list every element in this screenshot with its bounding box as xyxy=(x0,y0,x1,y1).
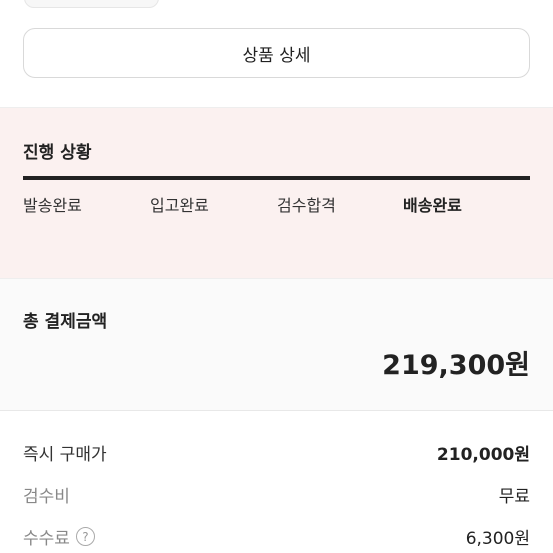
total-payment-label: 총 결제금액 xyxy=(23,312,108,332)
buy-price-value: 210,000원 xyxy=(436,445,530,465)
step-delivered: 배송완료 xyxy=(403,196,462,215)
buy-price-label: 즉시 구매가 xyxy=(23,445,107,465)
breakdown-row-commission: 수수료 ? 6,300원 xyxy=(23,524,530,549)
inspection-fee-label: 검수비 xyxy=(23,487,70,507)
progress-steps: 발송완료 입고완료 검수합격 배송완료 xyxy=(23,192,530,216)
product-detail-label: 상품 상세 xyxy=(242,45,311,66)
top-chip xyxy=(24,0,159,8)
progress-section: 진행 상황 발송완료 입고완료 검수합격 배송완료 xyxy=(0,107,553,279)
commission-value: 6,300원 xyxy=(465,529,530,549)
question-icon[interactable]: ? xyxy=(75,527,95,546)
total-payment-amount: 219,300원 xyxy=(382,350,530,381)
commission-label-wrap: 수수료 ? xyxy=(23,524,95,549)
total-payment-section: 총 결제금액 219,300원 xyxy=(0,279,553,411)
product-detail-button[interactable]: 상품 상세 xyxy=(23,28,530,78)
breakdown-row-inspection-fee: 검수비 무료 xyxy=(23,482,530,507)
commission-label: 수수료 xyxy=(23,529,70,549)
step-shipped: 발송완료 xyxy=(23,196,82,215)
progress-bar xyxy=(23,176,530,180)
inspection-fee-value: 무료 xyxy=(498,487,530,507)
step-received: 입고완료 xyxy=(150,196,209,215)
breakdown-row-buy-price: 즉시 구매가 210,000원 xyxy=(23,440,530,465)
step-inspection-passed: 검수합격 xyxy=(277,196,336,215)
progress-title: 진행 상황 xyxy=(23,143,92,163)
